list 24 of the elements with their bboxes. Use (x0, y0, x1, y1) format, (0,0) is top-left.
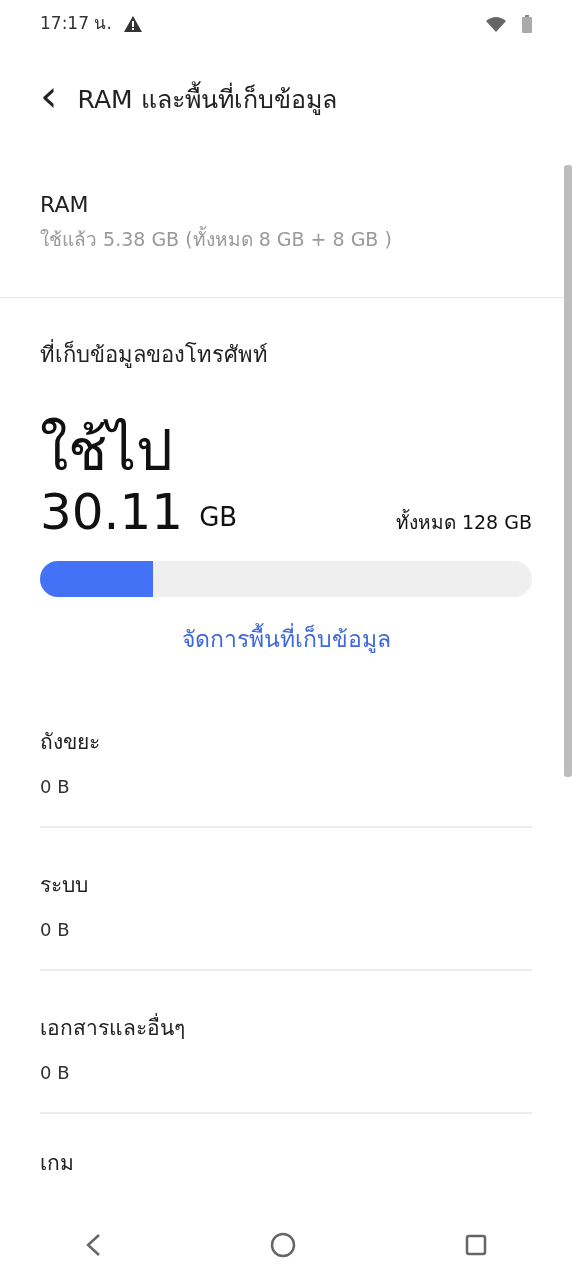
category-name: เอกสารและอื่นๆ (40, 1013, 532, 1045)
category-size: 0 B (40, 774, 71, 799)
home-icon[interactable] (270, 1232, 296, 1258)
recents-icon[interactable] (465, 1234, 488, 1256)
category-size: 0 B (40, 917, 71, 942)
category-size: 0 B (40, 1060, 71, 1085)
category-name: ระบบ (40, 872, 89, 900)
section-title: ที่เก็บข้อมูลของโทรศัพท์ (40, 338, 532, 371)
warning-icon (123, 16, 142, 33)
manage-storage-link[interactable]: จัดการพื้นที่เก็บข้อมูล (175, 620, 397, 658)
back-icon[interactable] (84, 1233, 101, 1257)
category-name: ถังขยะ (40, 729, 101, 757)
used-unit: GB (199, 500, 238, 534)
used-value: 30.11 (40, 486, 184, 537)
total-storage: ทั้งหมด 128 GB (395, 508, 532, 536)
used-label: ใช้ไป (40, 419, 174, 483)
status-time: 17:17 น. (40, 12, 112, 36)
page-title: RAM และพื้นที่เก็บข้อมูล (77, 81, 337, 119)
wifi-icon (486, 16, 506, 32)
battery-icon (522, 15, 532, 33)
ram-usage: ใช้แล้ว 5.38 GB (ทั้งหมด 8 GB + 8 GB ) (40, 225, 393, 252)
back-button[interactable]: ‹ (40, 74, 78, 126)
section-title: RAM (40, 191, 90, 219)
category-name: เกม (40, 1150, 75, 1178)
